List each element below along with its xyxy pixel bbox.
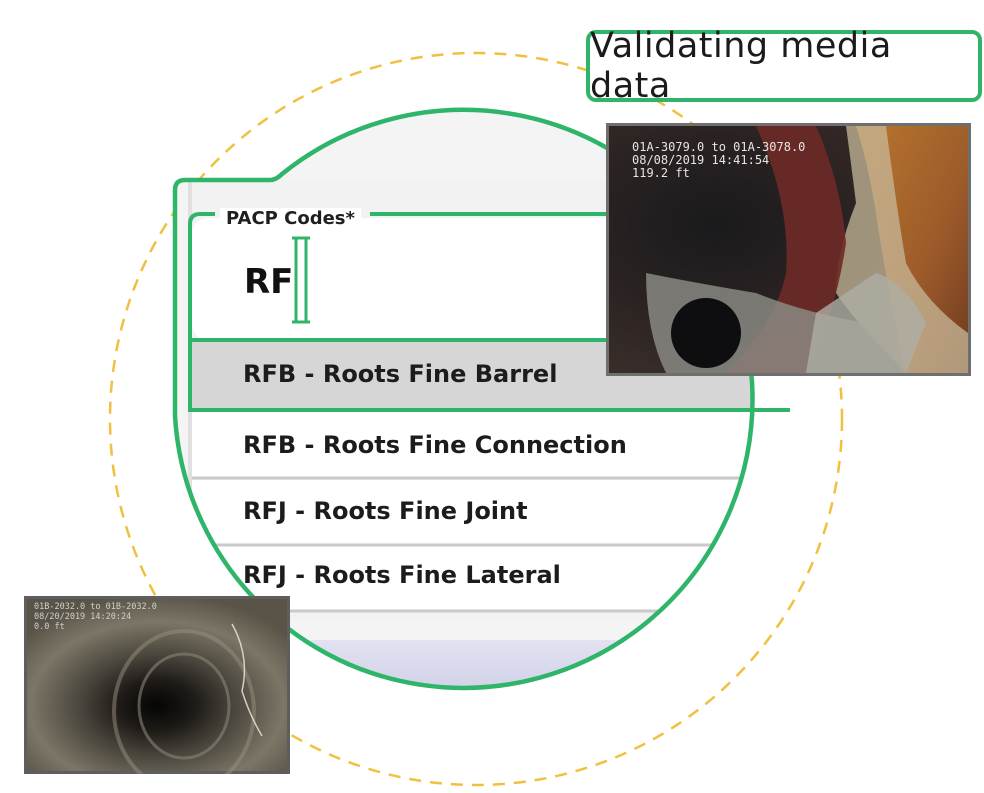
status-text: Validating media data [590,26,892,106]
suggestion-roots-fine-barrel[interactable]: RFB - Roots Fine Barrel [243,360,557,388]
inspection-image-thumbnail: 01B-2032.0 to 01B-2032.0 08/20/2019 14:2… [24,596,290,774]
code-input-value[interactable]: RF [244,262,293,302]
text-cursor-icon [292,236,310,324]
svg-text:119.2 ft: 119.2 ft [632,166,690,180]
suggestion-roots-fine-lateral[interactable]: RFJ - Roots Fine Lateral [243,561,561,589]
svg-text:0.0 ft: 0.0 ft [34,622,65,632]
field-label: PACP Codes* [220,208,361,229]
svg-text:08/08/2019 14:41:54: 08/08/2019 14:41:54 [632,153,769,167]
suggestion-roots-fine-connection[interactable]: RFB - Roots Fine Connection [243,431,627,459]
svg-text:01B-2032.0 to 01B-2032.0: 01B-2032.0 to 01B-2032.0 [34,602,157,612]
svg-text:08/20/2019 14:20:24: 08/20/2019 14:20:24 [34,612,131,622]
status-pill: Validating media data [586,26,982,106]
svg-text:01A-3079.0 to 01A-3078.0: 01A-3079.0 to 01A-3078.0 [632,140,805,154]
inspection-image-roots: 01A-3079.0 to 01A-3078.0 08/08/2019 14:4… [606,123,971,376]
suggestion-roots-fine-joint[interactable]: RFJ - Roots Fine Joint [243,497,528,525]
